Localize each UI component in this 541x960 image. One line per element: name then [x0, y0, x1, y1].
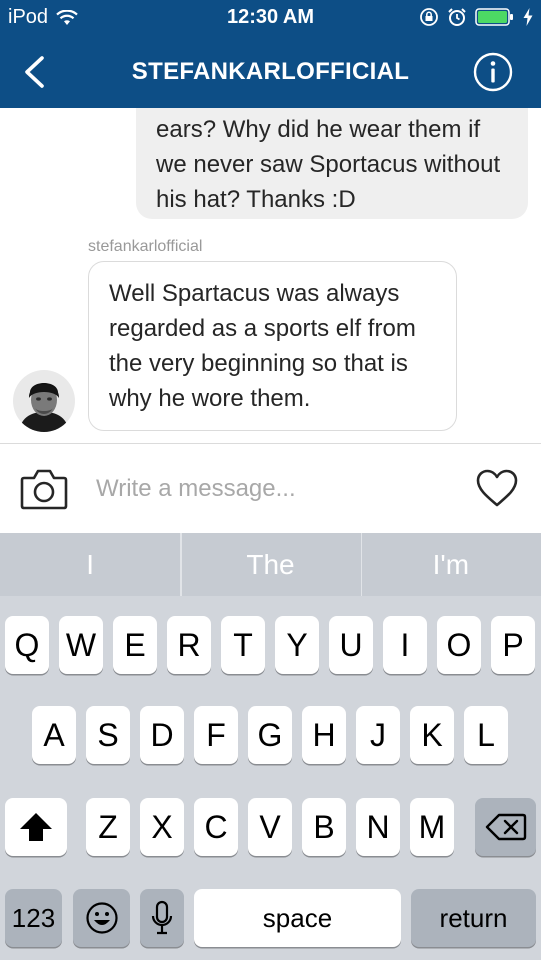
message-composer: [0, 443, 541, 533]
like-button[interactable]: [475, 468, 519, 508]
key-n[interactable]: N: [356, 798, 400, 856]
info-icon: [473, 52, 513, 92]
alarm-icon: [448, 8, 466, 26]
orientation-lock-icon: [420, 8, 438, 26]
space-key[interactable]: space: [194, 889, 401, 947]
emoji-key[interactable]: [73, 889, 130, 947]
prediction-2[interactable]: The: [180, 533, 360, 596]
camera-button[interactable]: [20, 468, 68, 510]
keyboard-row-3: Z X C V B N M: [0, 798, 541, 856]
key-u[interactable]: U: [329, 616, 373, 674]
incoming-message-bubble[interactable]: Well Spartacus was always regarded as a …: [88, 261, 457, 431]
keyboard-row-4: 123 space return: [0, 889, 541, 947]
microphone-icon: [151, 900, 173, 935]
prediction-1[interactable]: I: [0, 533, 180, 596]
key-y[interactable]: Y: [275, 616, 319, 674]
key-p[interactable]: P: [491, 616, 535, 674]
key-h[interactable]: H: [302, 706, 346, 764]
key-r[interactable]: R: [167, 616, 211, 674]
prediction-3[interactable]: I'm: [360, 533, 541, 596]
key-g[interactable]: G: [248, 706, 292, 764]
emoji-icon: [85, 902, 118, 934]
key-z[interactable]: Z: [86, 798, 130, 856]
key-s[interactable]: S: [86, 706, 130, 764]
key-x[interactable]: X: [140, 798, 184, 856]
info-button[interactable]: [473, 52, 513, 92]
key-e[interactable]: E: [113, 616, 157, 674]
key-m[interactable]: M: [410, 798, 454, 856]
key-o[interactable]: O: [437, 616, 481, 674]
predictive-bar: I The I'm: [0, 533, 541, 596]
key-j[interactable]: J: [356, 706, 400, 764]
key-t[interactable]: T: [221, 616, 265, 674]
key-w[interactable]: W: [59, 616, 103, 674]
charging-icon: [523, 8, 533, 26]
key-q[interactable]: Q: [5, 616, 49, 674]
key-k[interactable]: K: [410, 706, 454, 764]
key-b[interactable]: B: [302, 798, 346, 856]
message-input[interactable]: [96, 468, 456, 510]
status-indicators: [419, 7, 533, 27]
outgoing-message-text: ears? Why did he wear them if we never s…: [156, 116, 501, 213]
chat-header: STEFANKARLOFFICIAL: [0, 36, 541, 108]
battery-icon: [475, 8, 513, 26]
keyboard-row-2: A S D F G H J K L: [0, 706, 541, 764]
key-c[interactable]: C: [194, 798, 238, 856]
outgoing-message-bubble[interactable]: ears? Why did he wear them if we never s…: [136, 108, 528, 219]
chat-title[interactable]: STEFANKARLOFFICIAL: [0, 58, 541, 86]
delete-key[interactable]: [475, 798, 536, 856]
key-i[interactable]: I: [383, 616, 427, 674]
keyboard-row-1: Q W E R T Y U I O P: [0, 616, 541, 674]
return-key[interactable]: return: [411, 889, 536, 947]
heart-icon: [476, 469, 518, 507]
avatar[interactable]: [13, 370, 75, 432]
camera-icon: [20, 469, 68, 510]
key-a[interactable]: A: [32, 706, 76, 764]
incoming-message-text: Well Spartacus was always regarded as a …: [109, 280, 416, 412]
key-f[interactable]: F: [194, 706, 238, 764]
avatar-photo: [13, 370, 75, 432]
key-l[interactable]: L: [464, 706, 508, 764]
sender-name: stefankarlofficial: [88, 238, 203, 255]
shift-key[interactable]: [5, 798, 67, 856]
numbers-key[interactable]: 123: [5, 889, 62, 947]
key-d[interactable]: D: [140, 706, 184, 764]
keyboard: I The I'm Q W E R T Y U I O P A S D F G …: [0, 533, 541, 960]
message-thread[interactable]: ears? Why did he wear them if we never s…: [0, 108, 541, 443]
shift-icon: [20, 813, 52, 841]
key-v[interactable]: V: [248, 798, 292, 856]
status-bar: iPod 12:30 AM: [0, 0, 541, 36]
dictation-key[interactable]: [140, 889, 184, 947]
delete-icon: [485, 813, 526, 841]
top-bar: iPod 12:30 AM STEFANKARLOFFICIAL: [0, 0, 541, 108]
